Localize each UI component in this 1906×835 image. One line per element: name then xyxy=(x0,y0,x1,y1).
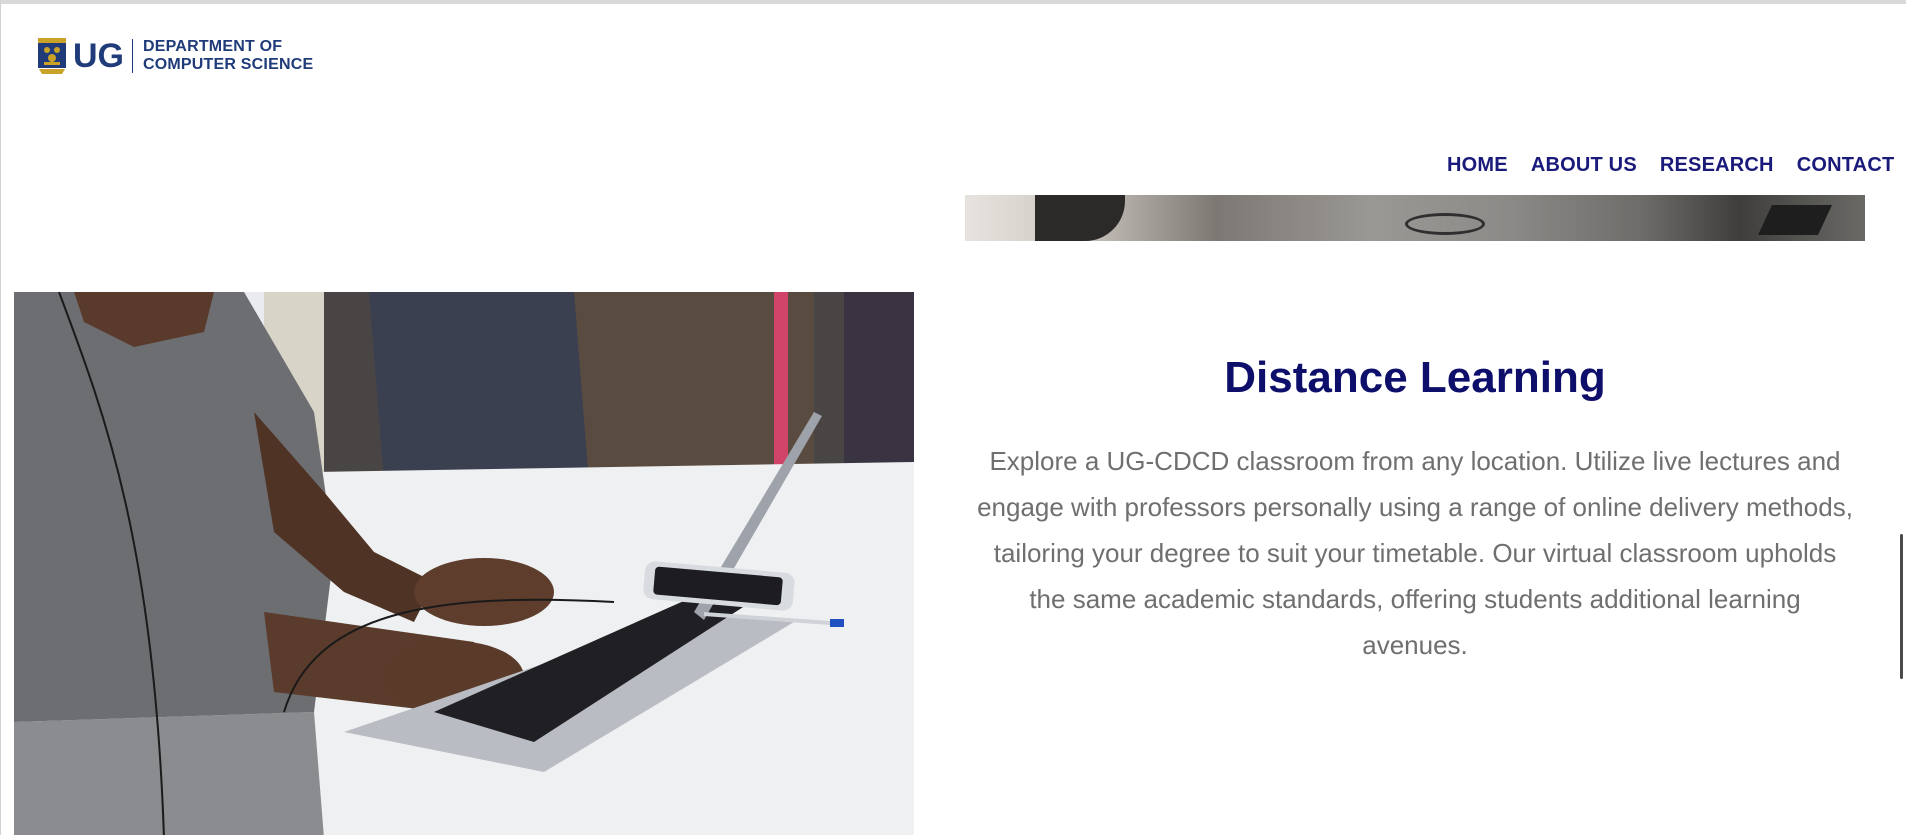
dark-object-shape xyxy=(1758,205,1832,235)
nav-contact[interactable]: CONTACT xyxy=(1797,154,1895,177)
section-body: Explore a UG-CDCD classroom from any loc… xyxy=(977,446,1853,660)
department-line-1: DEPARTMENT OF xyxy=(143,38,283,55)
previous-section-image xyxy=(965,195,1865,241)
student-laptop-illustration xyxy=(14,292,914,835)
nav-home[interactable]: HOME xyxy=(1447,154,1508,177)
university-crest-icon xyxy=(38,38,66,74)
distance-learning-photo xyxy=(14,292,914,835)
page-viewport: UG DEPARTMENT OF COMPUTER SCIENCE HOME A… xyxy=(0,0,1906,835)
logo-abbrev: UG xyxy=(73,37,124,75)
nav-about-us[interactable]: ABOUT US xyxy=(1531,154,1637,177)
section-title: Distance Learning xyxy=(1224,353,1606,402)
department-line-2: COMPUTER SCIENCE xyxy=(143,56,314,73)
laptop-vent-shape xyxy=(1405,213,1485,235)
chair-shape xyxy=(1035,195,1125,241)
logo-divider xyxy=(132,39,133,73)
department-name: DEPARTMENT OF COMPUTER SCIENCE xyxy=(143,38,313,74)
distance-learning-section: Distance Learning Explore a UG-CDCD clas… xyxy=(965,344,1865,668)
scrollbar-thumb[interactable] xyxy=(1900,534,1903,679)
site-logo[interactable]: UG DEPARTMENT OF COMPUTER SCIENCE xyxy=(37,34,313,78)
nav-research[interactable]: RESEARCH xyxy=(1660,154,1774,177)
main-nav: HOME ABOUT US RESEARCH CONTACT xyxy=(1447,154,1894,177)
